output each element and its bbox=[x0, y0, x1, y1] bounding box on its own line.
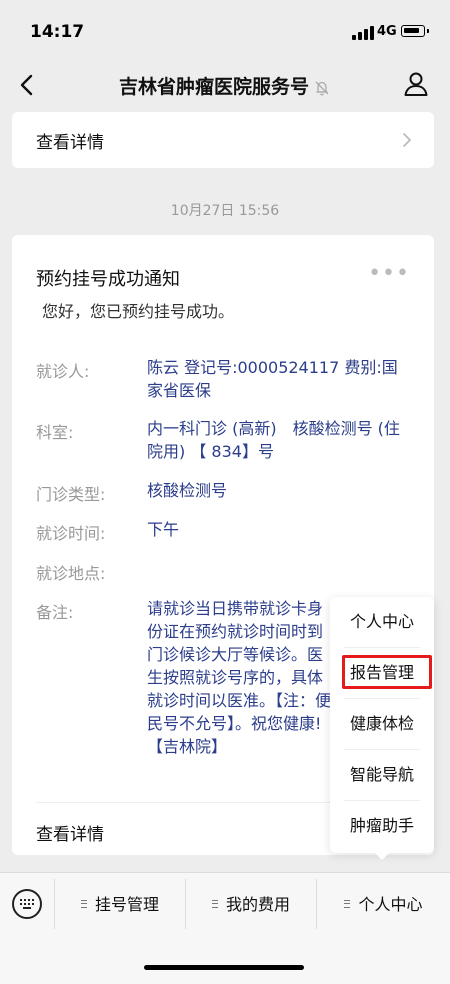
page-title: 吉林省肿瘤医院服务号 bbox=[0, 72, 450, 99]
field-label-clinic-type: 门诊类型: bbox=[36, 485, 106, 504]
message-timestamp: 10月27日 15:56 bbox=[170, 203, 280, 219]
popup-pointer bbox=[374, 852, 390, 860]
more-options-icon[interactable]: ••• bbox=[368, 263, 410, 285]
menu-item-health-checkup[interactable]: 健康体检 bbox=[330, 699, 434, 749]
previous-message-card[interactable]: 查看详情 bbox=[12, 112, 434, 168]
page-title-text: 吉林省肿瘤医院服务号 bbox=[118, 76, 309, 98]
menu-item-smart-navigation[interactable]: 智能导航 bbox=[330, 750, 434, 800]
field-value-clinic-type: 核酸检测号 bbox=[147, 481, 228, 500]
chevron-right-icon bbox=[403, 133, 412, 147]
home-indicator bbox=[144, 965, 304, 970]
mute-bell-icon bbox=[315, 81, 329, 95]
field-label-patient: 就诊人: bbox=[36, 362, 90, 381]
view-details-link[interactable]: 查看详情 bbox=[36, 128, 104, 153]
field-value-patient: 陈云 登记号:0000524117 费别:国家省医保 bbox=[147, 358, 398, 400]
highlight-box bbox=[342, 655, 432, 689]
menu-lines-icon bbox=[344, 899, 351, 908]
message-greeting: 您好，您已预约挂号成功。 bbox=[42, 302, 235, 321]
popup-menu: 个人中心 报告管理 健康体检 智能导航 肿瘤助手 bbox=[330, 597, 434, 853]
field-value-remarks: 请就诊当日携带就诊卡身份证在预约就诊时间时到门诊候诊大厅等候诊。医生按照就诊号序… bbox=[147, 599, 332, 756]
tab-label: 挂号管理 bbox=[94, 895, 159, 914]
field-label-visit-time: 就诊时间: bbox=[36, 524, 106, 543]
nav-bar: 吉林省肿瘤医院服务号 bbox=[0, 60, 450, 110]
menu-item-personal-center[interactable]: 个人中心 bbox=[330, 597, 434, 647]
menu-lines-icon bbox=[211, 899, 218, 908]
tab-registration-management[interactable]: 挂号管理 bbox=[55, 873, 185, 935]
status-bar: 14:17 4G bbox=[0, 0, 450, 60]
field-label-visit-location: 就诊地点: bbox=[36, 564, 106, 583]
tab-my-expenses[interactable]: 我的费用 bbox=[186, 873, 316, 935]
menu-lines-icon bbox=[80, 899, 87, 908]
field-value-visit-time: 下午 bbox=[147, 520, 180, 539]
view-details-link-bottom[interactable]: 查看详情 bbox=[36, 820, 104, 845]
battery-icon bbox=[401, 25, 429, 37]
network-label: 4G bbox=[377, 24, 397, 39]
menu-item-tumor-assistant[interactable]: 肿瘤助手 bbox=[330, 801, 434, 851]
field-label-remarks: 备注: bbox=[36, 603, 74, 622]
signal-icon bbox=[352, 26, 374, 40]
keyboard-toggle-icon[interactable] bbox=[12, 889, 42, 919]
status-time: 14:17 bbox=[30, 22, 85, 42]
field-value-department: 内一科门诊 (高新) 核酸检测号 (住院用) 【 834】号 bbox=[147, 419, 400, 461]
tab-label: 我的费用 bbox=[225, 895, 290, 914]
tab-label: 个人中心 bbox=[358, 895, 423, 914]
tab-personal-center[interactable]: 个人中心 bbox=[317, 873, 450, 935]
profile-icon[interactable] bbox=[402, 70, 430, 98]
message-title: 预约挂号成功通知 bbox=[36, 269, 180, 290]
field-label-department: 科室: bbox=[36, 423, 74, 442]
